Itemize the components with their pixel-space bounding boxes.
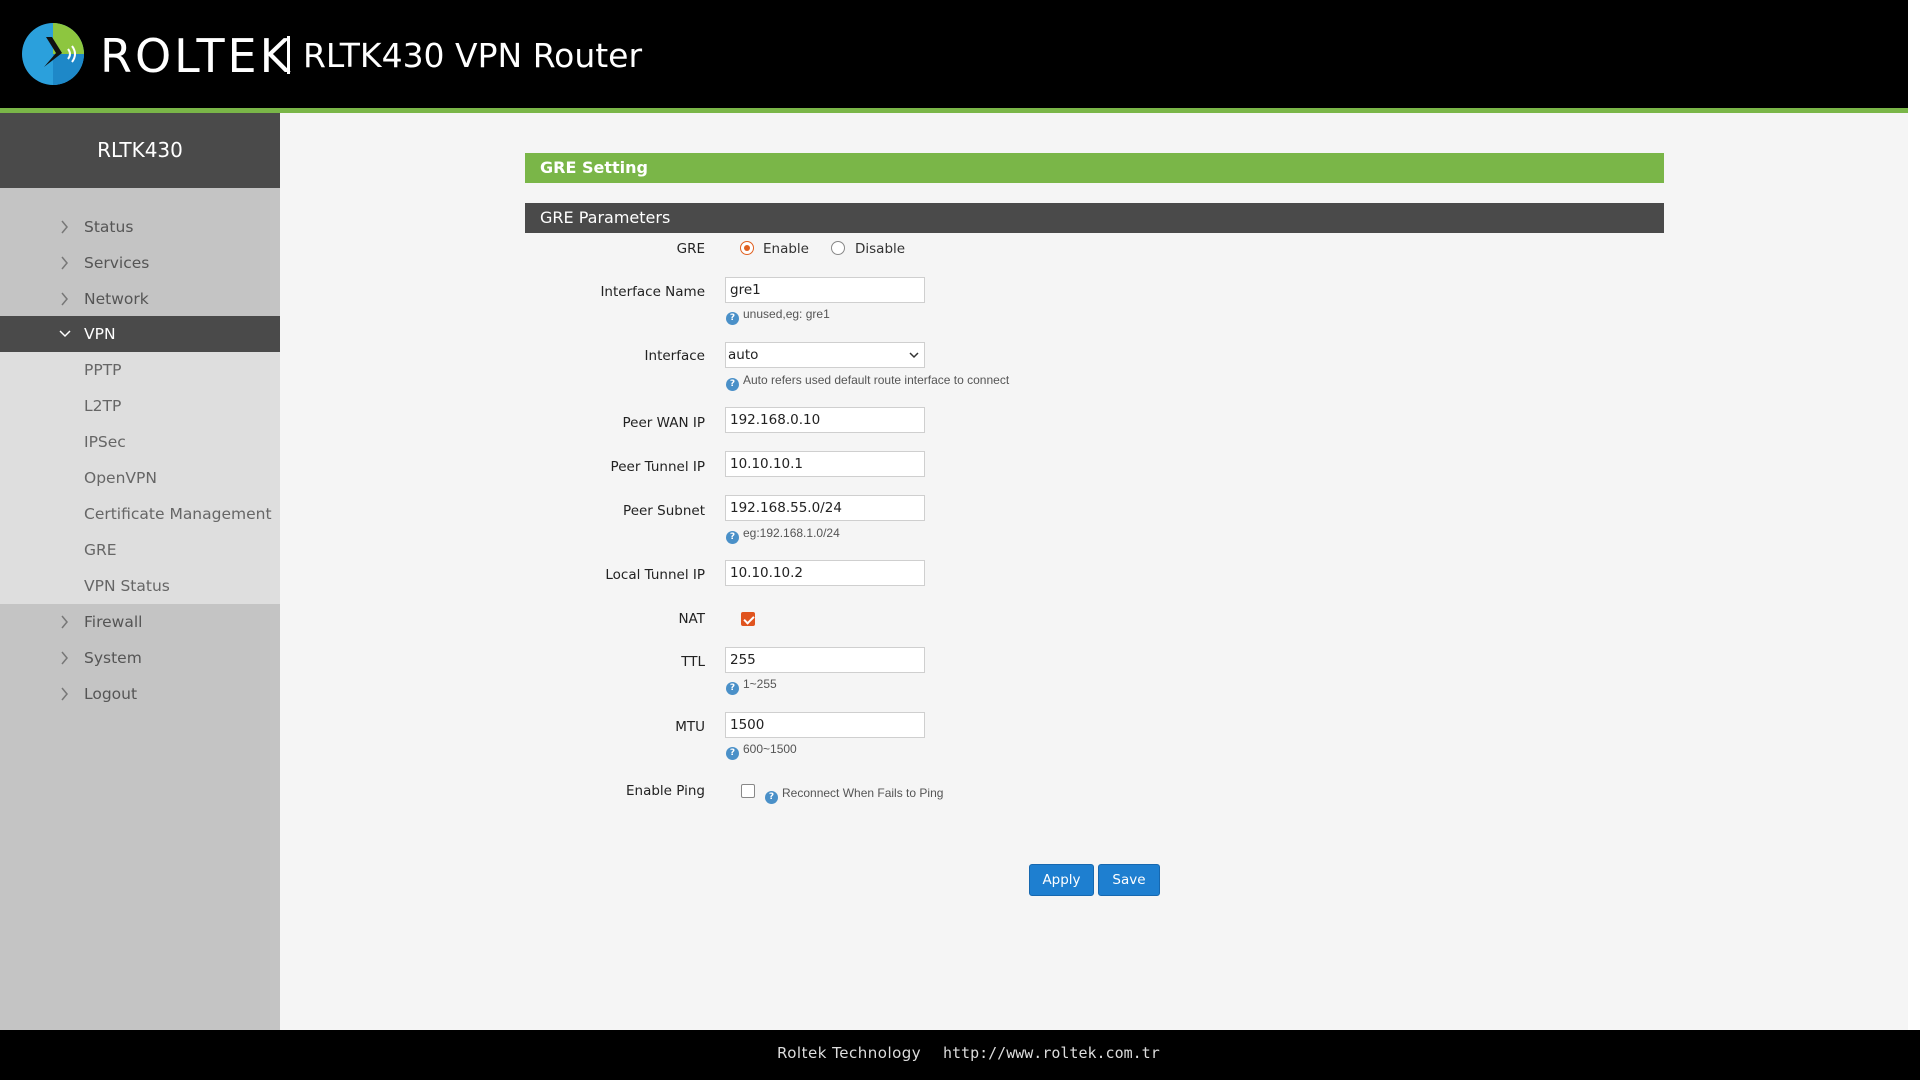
local-tunnel-ip-label: Local Tunnel IP <box>605 567 705 583</box>
hint-text: 600~1500 <box>743 742 797 756</box>
gre-label: GRE <box>676 241 705 257</box>
chevron-down-icon <box>59 330 71 338</box>
footer-url[interactable]: http://www.roltek.com.tr <box>943 1044 1160 1062</box>
sidebar-item-label: Network <box>84 290 149 308</box>
right-margin <box>1908 0 1920 1080</box>
interface-select-value: auto <box>728 347 759 363</box>
sidebar-subitem-label: IPSec <box>84 433 126 451</box>
main-content <box>280 113 1908 1030</box>
sidebar-item-firewall[interactable]: Firewall <box>0 604 280 640</box>
peer-wan-ip-label: Peer WAN IP <box>622 415 705 431</box>
brand-name: ROLTEK <box>100 29 293 83</box>
gre-enable-radio[interactable] <box>740 241 754 255</box>
peer-tunnel-ip-label: Peer Tunnel IP <box>610 459 705 475</box>
device-name: RLTK430 <box>0 113 280 188</box>
chevron-right-icon <box>61 687 68 701</box>
peer-subnet-input[interactable]: 192.168.55.0/24 <box>725 495 925 521</box>
sidebar-item-label: System <box>84 649 142 667</box>
mtu-hint: ? 600~1500 <box>726 741 797 760</box>
hint-text: unused,eg: gre1 <box>743 307 830 321</box>
hint-text: Auto refers used default route interface… <box>743 373 1010 387</box>
header: ROLTEK RLTK430 VPN Router <box>0 0 1908 108</box>
ttl-label: TTL <box>681 654 705 670</box>
sidebar-item-label: VPN <box>84 325 116 343</box>
interface-name-hint: ? unused,eg: gre1 <box>726 306 830 325</box>
nat-label: NAT <box>678 611 705 627</box>
sidebar-item-label: Status <box>84 218 134 236</box>
chevron-right-icon <box>61 220 68 234</box>
sidebar-item-status[interactable]: Status <box>0 209 280 245</box>
info-icon: ? <box>726 682 739 695</box>
peer-wan-ip-input[interactable]: 192.168.0.10 <box>725 407 925 433</box>
brand-separator <box>287 36 290 74</box>
sidebar-subitem-label: VPN Status <box>84 577 170 595</box>
chevron-right-icon <box>61 615 68 629</box>
section-title: GRE Setting <box>525 153 1664 183</box>
info-icon: ? <box>765 791 778 804</box>
interface-name-label: Interface Name <box>600 284 705 300</box>
enable-ping-checkbox[interactable] <box>741 784 755 798</box>
mtu-label: MTU <box>675 719 705 735</box>
hint-text: 1~255 <box>743 677 777 691</box>
peer-subnet-label: Peer Subnet <box>623 503 705 519</box>
sidebar-item-label: Services <box>84 254 150 272</box>
info-icon: ? <box>726 312 739 325</box>
chevron-right-icon <box>61 651 68 665</box>
interface-name-input[interactable]: gre1 <box>725 277 925 303</box>
enable-ping-label: Enable Ping <box>626 783 705 799</box>
sidebar-item-label: Firewall <box>84 613 143 631</box>
panel-title: GRE Parameters <box>525 203 1664 233</box>
hint-text: eg:192.168.1.0/24 <box>743 526 840 540</box>
chevron-right-icon <box>61 292 68 306</box>
sidebar-subitem-pptp[interactable]: PPTP <box>0 352 280 388</box>
sidebar-item-label: Logout <box>84 685 138 703</box>
sidebar-item-vpn[interactable]: VPN <box>0 316 280 352</box>
peer-subnet-hint: ? eg:192.168.1.0/24 <box>726 525 840 544</box>
apply-button[interactable]: Apply <box>1029 864 1094 896</box>
gre-enable-label[interactable]: Enable <box>763 241 809 257</box>
sidebar: RLTK430 Status Services Network VPN PPTP… <box>0 113 280 1030</box>
sidebar-item-network[interactable]: Network <box>0 281 280 317</box>
nat-checkbox[interactable] <box>741 612 755 626</box>
info-icon: ? <box>726 378 739 391</box>
sidebar-subitem-label: L2TP <box>84 397 122 415</box>
roltek-logo-icon <box>22 23 84 85</box>
mtu-input[interactable]: 1500 <box>725 712 925 738</box>
sidebar-subitem-vpn-status[interactable]: VPN Status <box>0 568 280 604</box>
save-button[interactable]: Save <box>1098 864 1160 896</box>
footer-company: Roltek Technology <box>777 1044 922 1062</box>
sidebar-subitem-label: Certificate Management <box>84 505 272 523</box>
sidebar-subitem-openvpn[interactable]: OpenVPN <box>0 460 280 496</box>
interface-select[interactable]: auto <box>725 342 925 368</box>
interface-hint: ? Auto refers used default route interfac… <box>726 372 1009 391</box>
local-tunnel-ip-input[interactable]: 10.10.10.2 <box>725 560 925 586</box>
info-icon: ? <box>726 531 739 544</box>
ttl-input[interactable]: 255 <box>725 647 925 673</box>
sidebar-subitem-ipsec[interactable]: IPSec <box>0 424 280 460</box>
sidebar-subitem-l2tp[interactable]: L2TP <box>0 388 280 424</box>
enable-ping-hint: ? Reconnect When Fails to Ping <box>765 785 943 804</box>
hint-text: Reconnect When Fails to Ping <box>782 786 944 800</box>
product-title: RLTK430 VPN Router <box>303 36 643 75</box>
chevron-down-icon <box>909 352 919 359</box>
sidebar-subitem-gre[interactable]: GRE <box>0 532 280 568</box>
sidebar-item-services[interactable]: Services <box>0 245 280 281</box>
sidebar-item-system[interactable]: System <box>0 640 280 676</box>
gre-disable-label[interactable]: Disable <box>855 241 905 257</box>
peer-tunnel-ip-input[interactable]: 10.10.10.1 <box>725 451 925 477</box>
sidebar-subitem-certificate-management[interactable]: Certificate Management <box>0 496 280 532</box>
info-icon: ? <box>726 747 739 760</box>
sidebar-subitem-label: GRE <box>84 541 117 559</box>
sidebar-item-logout[interactable]: Logout <box>0 676 280 712</box>
gre-disable-radio[interactable] <box>831 241 845 255</box>
chevron-right-icon <box>61 256 68 270</box>
sidebar-subitem-label: PPTP <box>84 361 122 379</box>
ttl-hint: ? 1~255 <box>726 676 777 695</box>
vpn-submenu: PPTP L2TP IPSec OpenVPN Certificate Mana… <box>0 352 280 604</box>
sidebar-subitem-label: OpenVPN <box>84 469 157 487</box>
interface-label: Interface <box>644 348 705 364</box>
